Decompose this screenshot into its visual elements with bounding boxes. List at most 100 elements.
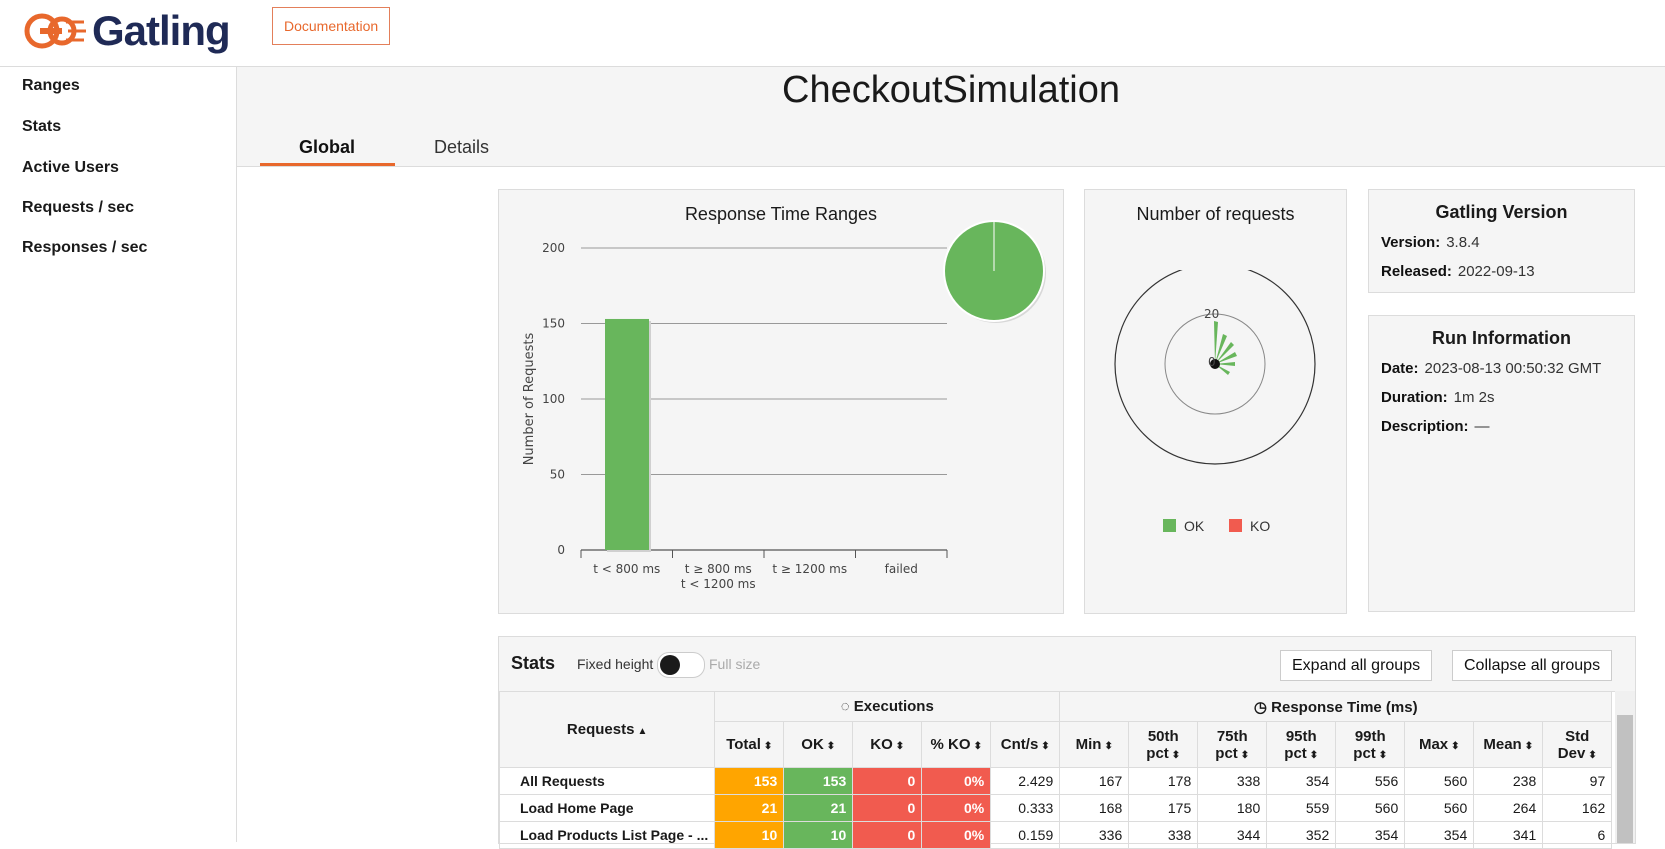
request-name[interactable]: Load Home Page (498, 794, 716, 822)
ok-cell: 21 (783, 794, 854, 822)
ko-cell: 0 (852, 821, 923, 849)
mean-cell: 341 (1473, 821, 1544, 849)
max-cell: 354 (1404, 821, 1475, 849)
ko-cell: 0 (852, 767, 923, 795)
cnt-cell: 0.159 (990, 821, 1061, 849)
sidebar-item-responses-per-sec[interactable]: Responses / sec (22, 239, 147, 257)
y-tick-label: 100 (542, 392, 565, 406)
col-total[interactable]: Total ⬍ (714, 721, 785, 768)
ok-swatch (1163, 519, 1176, 532)
gatling-logo-icon (24, 13, 86, 49)
y-tick-label: 0 (557, 543, 565, 557)
version-card-title: Gatling Version (1435, 202, 1568, 222)
gatling-version-card: Gatling Version Version: 3.8.4 Released: 2… (1368, 189, 1635, 293)
executions-icon: ◌ (840, 698, 854, 715)
p99-cell: 556 (1335, 767, 1406, 795)
expand-all-groups-button[interactable]: Expand all groups (1280, 650, 1433, 681)
legend-ok[interactable]: OK (1163, 518, 1204, 534)
number-of-requests-card: Number of requests 20 0 OK KO (1084, 189, 1347, 614)
col-ko[interactable]: KO ⬍ (852, 721, 923, 768)
requests-radial-chart: 20 0 (1114, 270, 1316, 465)
mean-cell: 264 (1473, 794, 1544, 822)
documentation-button[interactable]: Documentation (272, 7, 391, 45)
min-cell: 168 (1059, 794, 1130, 822)
requests-column-header[interactable]: Requests ▲ (498, 691, 716, 768)
x-tick-label: t ≥ 800 ms (685, 562, 752, 576)
page-title: CheckoutSimulation (782, 69, 1120, 111)
pct-ko-cell: 0% (921, 821, 992, 849)
sidebar-item-stats[interactable]: Stats (22, 118, 61, 136)
sidebar-item-requests-per-sec[interactable]: Requests / sec (22, 199, 134, 217)
p99-cell: 354 (1335, 821, 1406, 849)
cnt-cell: 0.333 (990, 794, 1061, 822)
version-line: Version: 3.8.4 (1381, 234, 1480, 251)
legend-ko[interactable]: KO (1229, 518, 1270, 534)
top-bar: Gatling Documentation (0, 0, 1665, 67)
requests-chart-title: Number of requests (1136, 204, 1295, 224)
p50-cell: 338 (1128, 821, 1199, 849)
toggle-knob (660, 655, 680, 675)
scrollbar-thumb[interactable] (1617, 715, 1633, 843)
gatling-logo[interactable]: Gatling (22, 6, 231, 56)
col-50th[interactable]: 50th pct ⬍ (1128, 721, 1199, 768)
ko-cell: 0 (852, 794, 923, 822)
total-cell: 21 (714, 794, 785, 822)
ko-swatch (1229, 519, 1242, 532)
legend-ok-label: OK (1184, 518, 1205, 534)
run-date-line: Date: 2023-08-13 00:50:32 GMT (1381, 360, 1602, 377)
full-size-label: Full size (709, 656, 761, 672)
x-tick-label: failed (885, 562, 918, 576)
x-tick-label: t < 1200 ms (681, 577, 756, 591)
pct-ko-cell: 0% (921, 794, 992, 822)
std-dev-cell: 97 (1542, 767, 1613, 795)
col-75th[interactable]: 75th pct ⬍ (1197, 721, 1268, 768)
total-cell: 10 (714, 821, 785, 849)
response-time-group-header: ◷ Response Time (ms) (1059, 691, 1613, 722)
table-row[interactable]: All Requests 153 153 0 0% 2.429 167 178 … (498, 767, 1613, 795)
col-ok[interactable]: OK ⬍ (783, 721, 854, 768)
std-dev-cell: 162 (1542, 794, 1613, 822)
min-cell: 336 (1059, 821, 1130, 849)
col-min[interactable]: Min ⬍ (1059, 721, 1130, 768)
height-toggle[interactable] (657, 652, 705, 678)
collapse-all-groups-button[interactable]: Collapse all groups (1452, 650, 1613, 681)
table-scrollbar[interactable] (1615, 691, 1635, 843)
col-max[interactable]: Max ⬍ (1404, 721, 1475, 768)
executions-group-header: ◌ Executions (714, 691, 1061, 722)
table-row[interactable]: Load Home Page 21 21 0 0% 0.333 168 175 … (498, 794, 1613, 822)
col-std-dev[interactable]: Std Dev ⬍ (1542, 721, 1613, 768)
stats-panel: Stats Fixed height Full size Expand all … (498, 636, 1636, 849)
ok-cell: 10 (783, 821, 854, 849)
col-cnt-s[interactable]: Cnt/s ⬍ (990, 721, 1061, 768)
col-95th[interactable]: 95th pct ⬍ (1266, 721, 1337, 768)
p99-cell: 560 (1335, 794, 1406, 822)
fixed-height-label: Fixed height (577, 656, 654, 672)
col-99th[interactable]: 99th pct ⬍ (1335, 721, 1406, 768)
request-name[interactable]: Load Products List Page - ... (498, 821, 716, 849)
pct-ko-cell: 0% (921, 767, 992, 795)
table-row[interactable]: Load Products List Page - ... 10 10 0 0%… (498, 821, 1613, 849)
stats-header: Stats Fixed height Full size Expand all … (499, 637, 1635, 692)
col-pct-ko[interactable]: % KO ⬍ (921, 721, 992, 768)
radial-tick-label: 20 (1204, 307, 1219, 321)
tab-global[interactable]: Global (299, 137, 355, 158)
p95-cell: 559 (1266, 794, 1337, 822)
col-mean[interactable]: Mean ⬍ (1473, 721, 1544, 768)
brand-name: Gatling (92, 7, 231, 54)
sidebar-item-active-users[interactable]: Active Users (22, 159, 119, 177)
request-name[interactable]: All Requests (498, 767, 716, 795)
ok-cell: 153 (783, 767, 854, 795)
sidebar-item-ranges[interactable]: Ranges (22, 77, 80, 95)
sidebar: Ranges Stats Active Users Requests / sec… (0, 67, 237, 842)
y-axis-label: Number of Requests (522, 332, 537, 465)
p75-cell: 344 (1197, 821, 1268, 849)
x-tick-label: t < 800 ms (593, 562, 660, 576)
mean-cell: 238 (1473, 767, 1544, 795)
cnt-cell: 2.429 (990, 767, 1061, 795)
p95-cell: 352 (1266, 821, 1337, 849)
p95-cell: 354 (1266, 767, 1337, 795)
y-tick-label: 150 (542, 317, 565, 331)
tab-details[interactable]: Details (434, 137, 489, 158)
response-time-bar-chart: 0 50 100 150 200 t < 800 ms t ≥ 800 mst < 1200… (522, 220, 1046, 591)
min-cell: 167 (1059, 767, 1130, 795)
